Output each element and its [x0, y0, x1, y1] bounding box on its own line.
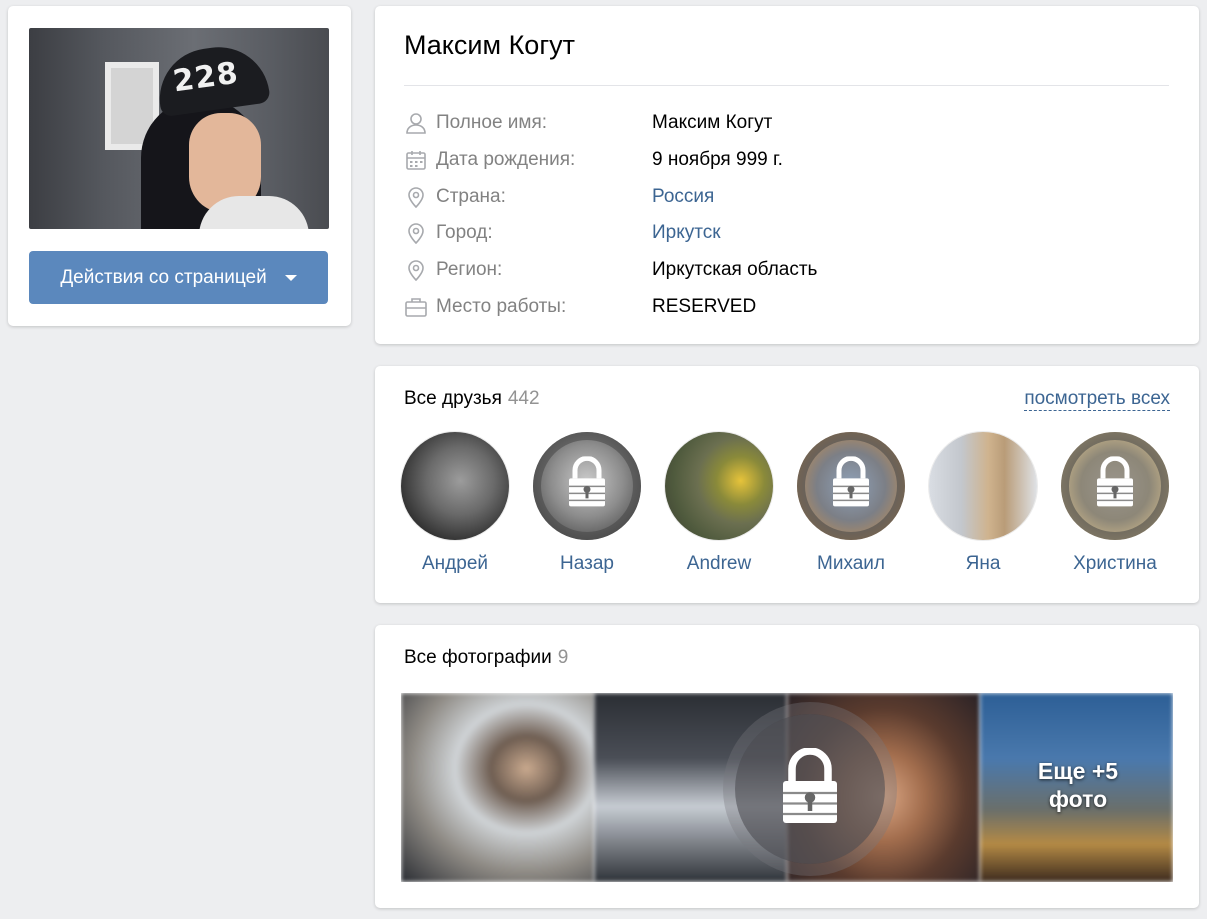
page-actions-button[interactable]: Действия со страницей — [29, 251, 328, 304]
location-pin-icon — [404, 185, 428, 209]
friend-item[interactable]: Andrew — [653, 432, 785, 575]
friend-avatar — [1061, 432, 1169, 540]
location-pin-icon — [404, 221, 428, 245]
caret-down-icon — [284, 274, 297, 281]
info-label: Регион: — [436, 259, 503, 280]
friend-item[interactable]: Христина — [1049, 432, 1181, 575]
divider — [404, 85, 1169, 86]
friend-name: Михаил — [817, 553, 885, 574]
info-value: RESERVED — [652, 296, 757, 317]
info-label: Полное имя: — [436, 112, 548, 133]
calendar-icon — [404, 148, 428, 172]
briefcase-icon — [404, 295, 428, 319]
info-row-full-name: Полное имя: Максим Когут — [404, 108, 1169, 138]
see-all-friends-link[interactable]: посмотреть всех — [1024, 388, 1170, 411]
friend-avatar — [533, 432, 641, 540]
friend-avatar — [665, 432, 773, 540]
info-label: Страна: — [436, 186, 506, 207]
info-row-birthdate: Дата рождения: 9 ноября 999 г. — [404, 145, 1169, 175]
city-link[interactable]: Иркутск — [652, 222, 721, 244]
lock-icon — [1093, 455, 1137, 513]
info-label: Место работы: — [436, 296, 567, 317]
friend-name: Андрей — [422, 553, 488, 574]
page-actions-label: Действия со страницей — [60, 266, 267, 288]
friend-avatar — [929, 432, 1037, 540]
friend-item[interactable]: Михаил — [785, 432, 917, 575]
more-photos-count: Еще +5 — [1037, 758, 1119, 784]
friend-item[interactable]: Назар — [521, 432, 653, 575]
friend-avatar — [797, 432, 905, 540]
photos-card: Все фотографии 9 Еще +5 фото — [375, 625, 1199, 908]
friend-avatar — [401, 432, 509, 540]
user-icon — [404, 111, 428, 135]
info-value: 9 ноября 999 г. — [652, 149, 783, 170]
photos-strip: Еще +5 фото — [401, 693, 1173, 882]
avatar-card: 228 Действия со страницей — [8, 6, 351, 326]
more-photos-label[interactable]: Еще +5 фото — [983, 757, 1173, 813]
lock-icon — [829, 455, 873, 513]
photo-thumbnail[interactable] — [401, 693, 594, 882]
profile-name: Максим Когут — [404, 30, 576, 60]
info-row-city: Город: Иркутск — [404, 218, 1169, 248]
lock-icon — [777, 746, 843, 831]
info-label: Город: — [436, 222, 493, 243]
info-label: Дата рождения: — [436, 149, 576, 170]
friends-count: 442 — [507, 388, 540, 409]
friend-item[interactable]: Андрей — [389, 432, 521, 575]
profile-info-card: Максим Когут Полное имя: Максим Когут Да… — [375, 6, 1199, 344]
info-row-work: Место работы: RESERVED — [404, 292, 1169, 322]
friend-name: Яна — [965, 553, 1001, 574]
info-value: Иркутская область — [652, 259, 818, 280]
profile-photo[interactable]: 228 — [29, 28, 329, 229]
friends-card: Все друзья 442 посмотреть всех Андрей Наз… — [375, 366, 1199, 603]
photos-title-text: Все фотографии — [404, 647, 552, 668]
friends-title-text: Все друзья — [404, 388, 502, 409]
info-row-country: Страна: Россия — [404, 182, 1169, 212]
friend-name: Andrew — [686, 553, 752, 574]
country-link[interactable]: Россия — [652, 186, 714, 208]
more-photos-unit: фото — [1048, 786, 1108, 812]
friend-name: Назар — [560, 553, 614, 574]
friends-title[interactable]: Все друзья 442 — [404, 388, 540, 410]
lock-icon — [565, 455, 609, 513]
photos-title[interactable]: Все фотографии 9 — [404, 647, 568, 669]
private-photos-lock — [735, 714, 885, 864]
info-row-region: Регион: Иркутская область — [404, 255, 1169, 285]
photos-count: 9 — [557, 647, 569, 668]
friend-item[interactable]: Яна — [917, 432, 1049, 575]
location-pin-icon — [404, 258, 428, 282]
info-value: Максим Когут — [652, 112, 773, 133]
friend-name: Христина — [1073, 553, 1157, 574]
